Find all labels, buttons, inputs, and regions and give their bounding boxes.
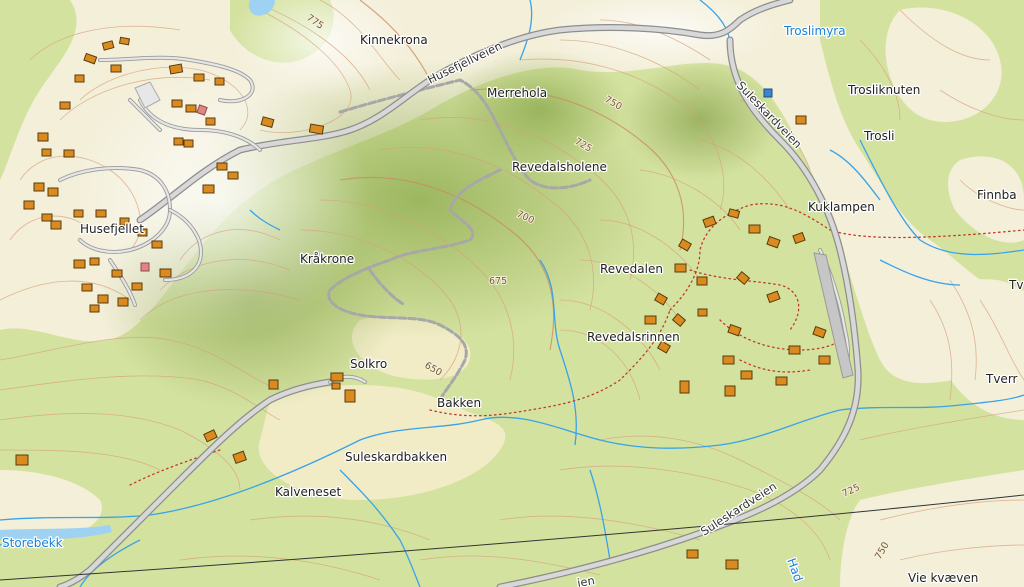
label-troslimyra: Troslimyra [783, 24, 846, 38]
label-revedalsrinnen: Revedalsrinnen [587, 330, 680, 344]
topographic-map[interactable]: Kinnekrona Merrehola Revedalsholene Kråk… [0, 0, 1024, 587]
blue-building [763, 88, 773, 98]
label-husefjellet: Husefjellet [80, 222, 144, 236]
label-revedalen: Revedalen [600, 262, 663, 276]
contour-label-675: 675 [489, 276, 507, 287]
hillshade-east-ridge [620, 60, 780, 180]
label-kalveneset: Kalveneset [275, 485, 341, 499]
label-kuklampen: Kuklampen [808, 200, 875, 214]
label-bottom-road: ien [576, 573, 596, 587]
label-solkro: Solkro [350, 357, 387, 371]
label-merrehola: Merrehola [487, 86, 547, 100]
label-tverr: Tverr [985, 372, 1018, 386]
label-trosli: Trosli [863, 129, 895, 143]
label-tv: Tv [1008, 278, 1023, 292]
hillshade-merrehola [450, 50, 630, 170]
label-revedalsholene: Revedalsholene [512, 160, 607, 174]
label-bakken: Bakken [437, 396, 481, 410]
gray-building-2 [140, 262, 150, 272]
label-trosliknuten: Trosliknuten [847, 83, 920, 97]
label-kinnekrona: Kinnekrona [360, 33, 428, 47]
label-krakrone: Kråkrone [300, 252, 354, 266]
label-vie-kvaeven: Vie kvæven [908, 571, 978, 585]
label-storebekk: Storebekk [2, 536, 63, 550]
label-finnba: Finnba [977, 188, 1017, 202]
label-suleskardbakken: Suleskardbakken [345, 450, 447, 464]
